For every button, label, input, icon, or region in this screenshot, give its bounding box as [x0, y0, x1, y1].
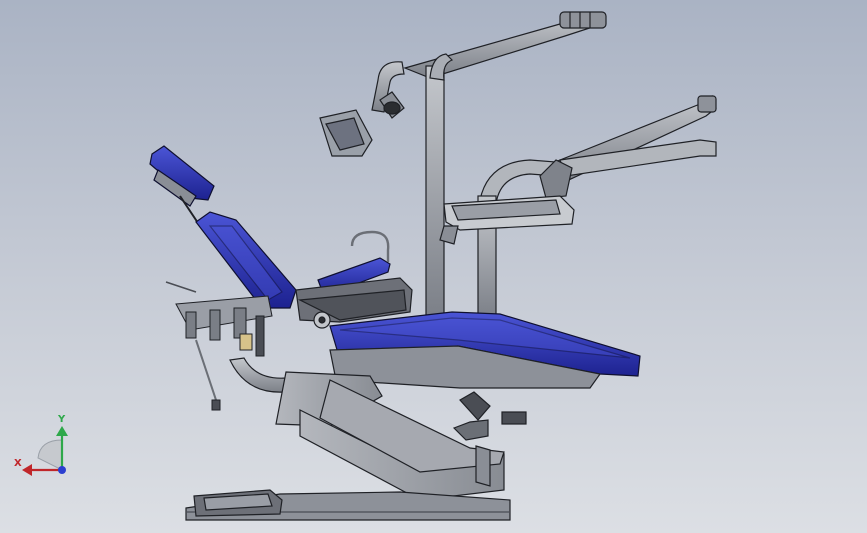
cad-3d-viewport[interactable]: X Y	[0, 0, 867, 533]
doctor-instrument-holder[interactable]	[165, 281, 273, 411]
y-axis-label: Y	[58, 414, 66, 425]
x-axis-arrowhead	[22, 464, 32, 476]
x-axis-label: X	[14, 458, 22, 469]
backrest[interactable]	[195, 211, 297, 309]
dental-chair-model[interactable]	[0, 0, 867, 533]
seat-cushion[interactable]	[329, 311, 641, 389]
y-axis-arrowhead	[56, 426, 68, 436]
instrument-tray[interactable]	[439, 195, 575, 245]
operating-light-head[interactable]	[319, 101, 401, 157]
overhead-light-arm[interactable]	[371, 11, 607, 119]
main-vertical-pole[interactable]	[425, 53, 454, 317]
chair-base-lift[interactable]	[275, 371, 527, 501]
z-axis-dot	[58, 466, 66, 474]
foot-controller[interactable]	[193, 489, 283, 517]
headrest[interactable]	[149, 145, 215, 227]
coordinate-triad	[22, 426, 68, 476]
